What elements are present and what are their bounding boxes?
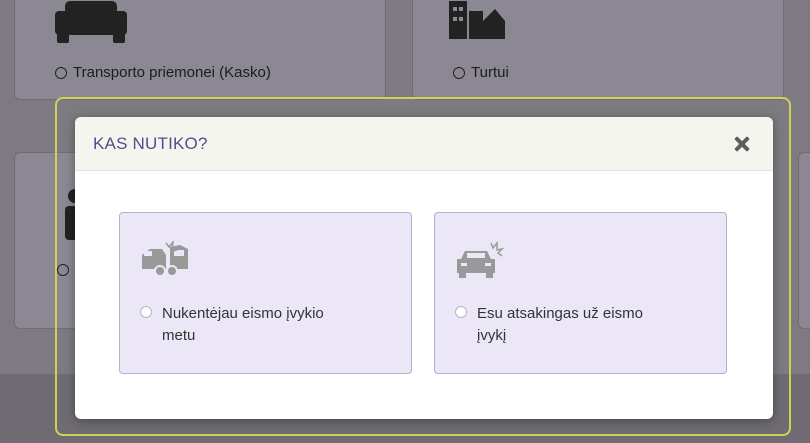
card-vehicle[interactable]: Transporto priemonei (Kasko) <box>14 0 386 100</box>
car-icon <box>55 1 127 43</box>
card-vehicle-option[interactable]: Transporto priemonei (Kasko) <box>55 64 271 81</box>
card-property[interactable]: Turtui <box>412 0 784 100</box>
option-responsible-row[interactable]: Esu atsakingas už eismo įvykį <box>455 303 647 347</box>
card-property-option[interactable]: Turtui <box>453 64 509 81</box>
car-collision-icon <box>142 241 188 277</box>
option-victim-label: Nukentėjau eismo įvykio metu <box>162 305 324 344</box>
radio-icon[interactable] <box>140 306 152 318</box>
card-right-edge <box>798 152 810 329</box>
modal-title: KAS NUTIKO? <box>93 133 208 153</box>
card-vehicle-label: Transporto priemonei (Kasko) <box>73 64 271 81</box>
radio-icon[interactable] <box>455 306 467 318</box>
option-responsible-label: Esu atsakingas už eismo įvykį <box>477 305 643 344</box>
option-responsible[interactable]: Esu atsakingas už eismo įvykį <box>434 212 727 374</box>
radio-icon[interactable] <box>453 66 465 79</box>
what-happened-modal: KAS NUTIKO? Nukentėjau eismo įvykio metu <box>75 117 773 419</box>
option-victim-row[interactable]: Nukentėjau eismo įvykio metu <box>140 303 352 347</box>
car-crash-icon <box>457 241 505 278</box>
card-property-label: Turtui <box>471 64 509 81</box>
modal-header: KAS NUTIKO? <box>75 117 773 171</box>
option-victim[interactable]: Nukentėjau eismo įvykio metu <box>119 212 412 374</box>
close-icon[interactable] <box>731 133 753 155</box>
radio-icon[interactable] <box>55 66 67 79</box>
buildings-icon <box>449 1 505 39</box>
